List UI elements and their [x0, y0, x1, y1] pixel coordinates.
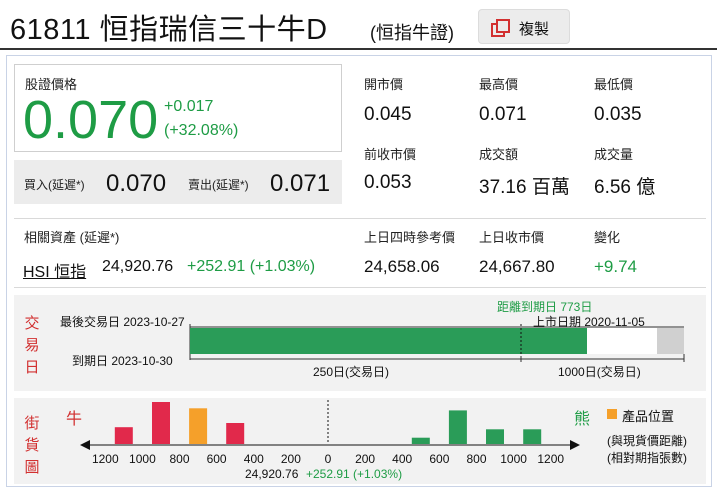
- street-tick-label: 600: [429, 452, 449, 466]
- legend-swatch: [607, 409, 617, 419]
- street-chart-side-label: 街 貨 圖: [24, 415, 40, 476]
- stat-value-volume: 6.56 億: [594, 177, 656, 198]
- bull-bar-1: [152, 402, 170, 444]
- tick-1000-days: 1000日(交易日): [558, 365, 641, 379]
- street-tick-label: 800: [466, 452, 486, 466]
- trading-day-side-label: 交 易 日: [24, 315, 40, 376]
- divider: [14, 287, 706, 288]
- arrow-left-icon: [80, 440, 90, 450]
- bear-bar-1: [448, 410, 467, 444]
- prev-close-label: 上日收市價: [479, 230, 545, 245]
- street-tick-label: 200: [281, 452, 301, 466]
- stat-value-low: 0.035: [594, 104, 642, 125]
- street-tick-label: 1200: [92, 452, 119, 466]
- prev-close-value: 24,667.80: [479, 257, 555, 276]
- street-tick-label: 1000: [129, 452, 156, 466]
- stat-value-turnover: 37.16 百萬: [479, 177, 570, 198]
- stat-label-low: 最低價: [594, 77, 634, 92]
- street-tick-label: 400: [244, 452, 264, 466]
- bid-label: 買入(延遲*): [24, 178, 85, 192]
- stat-value-high: 0.071: [479, 104, 527, 125]
- remaining-segment: [587, 328, 657, 354]
- title-divider: [0, 48, 717, 50]
- product-type: (恒指牛證): [370, 23, 454, 43]
- legend-label: 產品位置: [622, 409, 675, 424]
- bear-bar-3: [523, 429, 542, 444]
- expiry-date: 到期日 2023-10-30: [72, 354, 173, 368]
- street-chart: 1200 1000 800 600 400 200 0 200 400 600 800 1000 120…: [80, 400, 580, 466]
- stat-value-prev-close: 0.053: [364, 172, 412, 193]
- underlying-price: 24,920.76: [102, 258, 174, 275]
- stat-label-volume: 成交量: [594, 147, 634, 162]
- bull-bar-3: [226, 423, 245, 444]
- street-tick-label: 800: [169, 452, 189, 466]
- distance-note: (與現貨價距離): [607, 434, 687, 448]
- bid-price: 0.070: [106, 170, 167, 197]
- ref-price-label: 上日四時參考價: [364, 230, 456, 245]
- stat-label-high: 最高價: [479, 77, 519, 92]
- post-listing-segment: [657, 328, 684, 354]
- ask-label: 賣出(延遲*): [188, 178, 249, 192]
- stat-label-open: 開市價: [364, 77, 404, 92]
- underlying-change: +252.91 (+1.03%): [187, 258, 316, 275]
- street-tick-label: 1200: [537, 452, 564, 466]
- trading-progress-bar: [190, 328, 587, 354]
- copy-icon: [491, 19, 510, 37]
- street-tick-label: 1000: [500, 452, 527, 466]
- change-value: +9.74: [594, 257, 638, 276]
- last-price: 0.070: [23, 90, 159, 150]
- page-title: 61811 恒指瑞信三十牛D: [10, 6, 328, 48]
- street-tick-label: 0: [325, 452, 332, 466]
- stock-name: 恒指瑞信三十牛D: [99, 14, 328, 46]
- price-change-percent: (+32.08%): [164, 122, 239, 139]
- bull-bar-2: [189, 408, 208, 444]
- street-tick-label: 200: [355, 452, 375, 466]
- bear-bar-0: [411, 437, 430, 444]
- street-tick-label: 400: [392, 452, 412, 466]
- bear-bar-2: [486, 429, 504, 444]
- stat-label-prev-close: 前收市價: [364, 147, 417, 162]
- stock-code: 61811: [10, 14, 91, 46]
- last-trading-date: 最後交易日 2023-10-27: [60, 315, 185, 329]
- price-change: +0.017: [164, 98, 214, 115]
- tick-250-days: 250日(交易日): [313, 365, 390, 379]
- change-label: 變化: [594, 230, 621, 245]
- arrow-right-icon: [570, 440, 580, 450]
- copy-button-label: 複製: [519, 21, 550, 38]
- copy-button[interactable]: 複製: [478, 9, 570, 44]
- contracts-note: (相對期指張數): [607, 451, 687, 465]
- divider: [14, 218, 706, 219]
- ref-price-value: 24,658.06: [364, 257, 440, 276]
- stat-value-open: 0.045: [364, 104, 412, 125]
- street-underlying-change: +252.91 (+1.03%): [306, 467, 403, 481]
- ask-price: 0.071: [270, 170, 331, 197]
- street-underlying-price: 24,920.76: [245, 467, 299, 481]
- underlying-label: 相關資產 (延遲*): [24, 230, 120, 245]
- underlying-link[interactable]: HSI 恒指: [23, 258, 86, 282]
- stat-label-turnover: 成交額: [479, 147, 519, 162]
- street-tick-label: 600: [207, 452, 227, 466]
- trading-day-chart: [189, 324, 685, 362]
- bull-bar-0: [114, 427, 133, 444]
